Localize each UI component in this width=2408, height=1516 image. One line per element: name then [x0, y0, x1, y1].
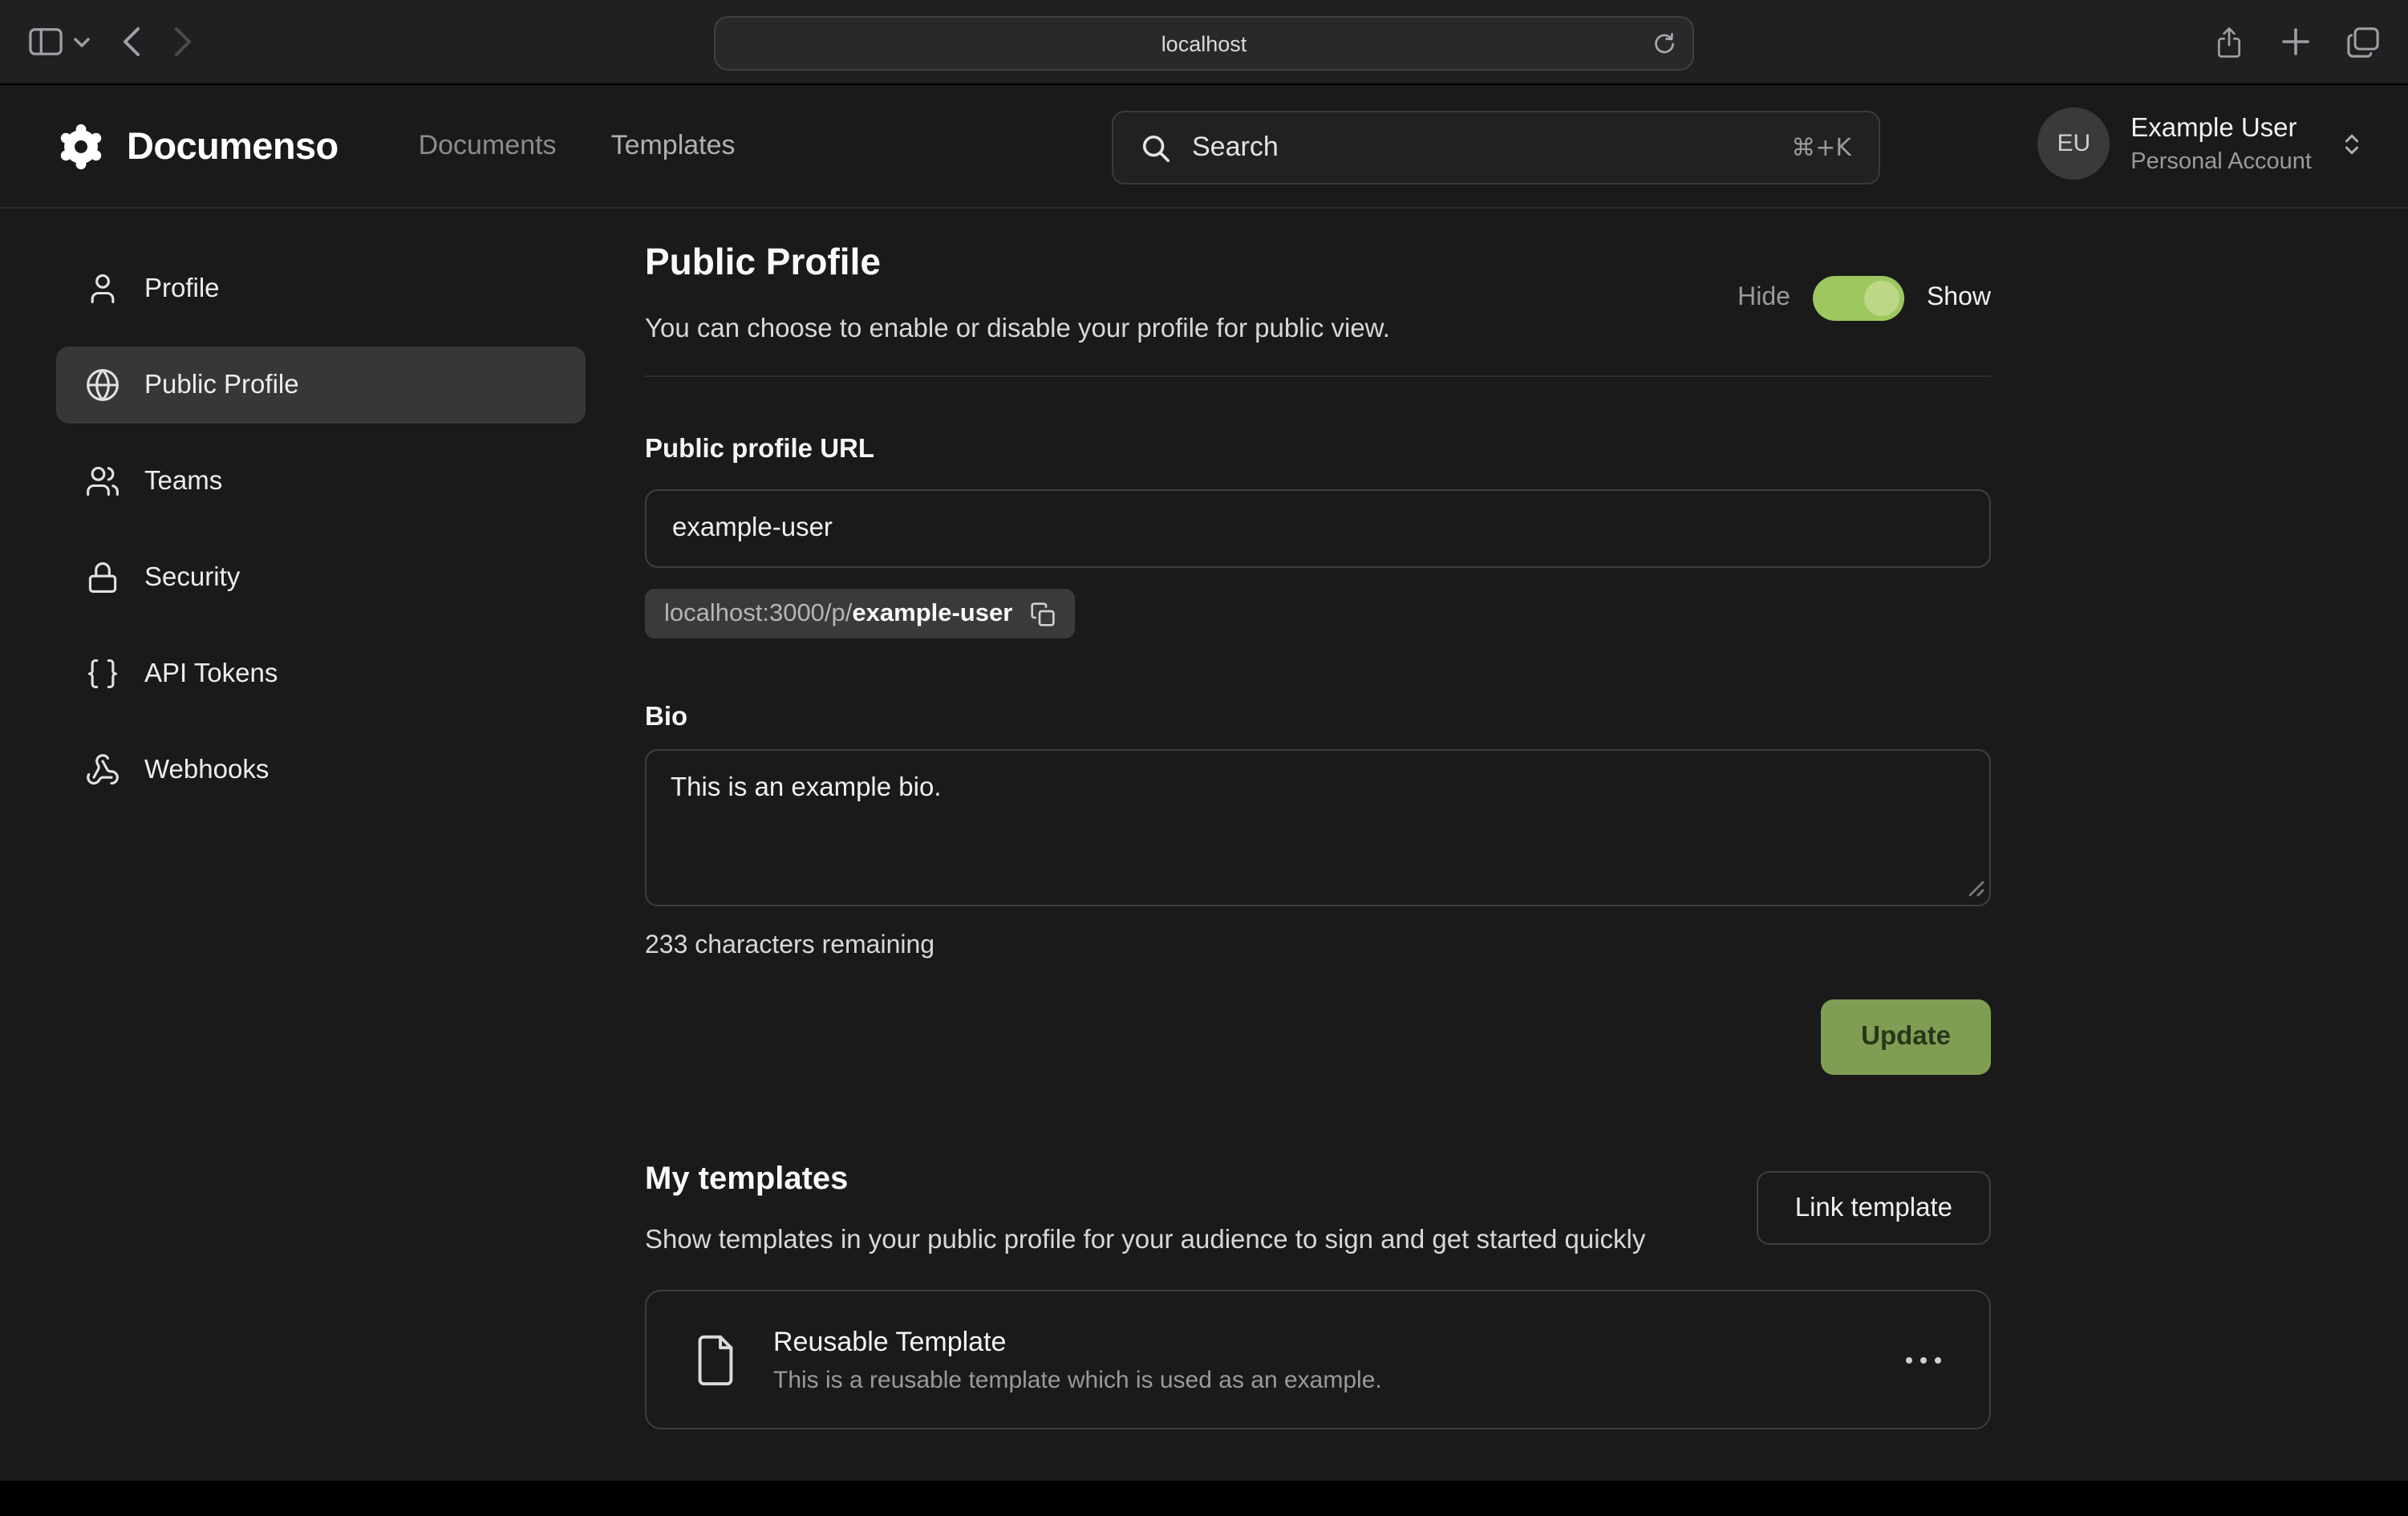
brand[interactable]: Documenso — [56, 121, 338, 171]
resize-handle-icon[interactable] — [1965, 878, 1984, 897]
window-bottom-edge — [0, 1481, 2408, 1516]
address-bar-url: localhost — [1161, 31, 1247, 55]
copy-icon[interactable] — [1030, 601, 1056, 626]
user-icon — [85, 271, 120, 306]
braces-icon — [85, 656, 120, 691]
public-profile-url-input[interactable] — [645, 489, 1991, 568]
account-menu[interactable]: EU Example User Personal Account — [2037, 107, 2365, 180]
update-button[interactable]: Update — [1821, 999, 1991, 1075]
browser-sidebar-chevron-down-icon[interactable] — [74, 36, 90, 47]
webhook-icon — [85, 752, 120, 788]
reload-icon[interactable] — [1651, 30, 1678, 58]
users-icon — [85, 464, 120, 499]
lock-icon — [85, 560, 120, 595]
template-description: This is a reusable template which is use… — [773, 1366, 1382, 1393]
bio-label: Bio — [645, 703, 1991, 733]
profile-url-badge: localhost:3000/p/example-user — [645, 589, 1075, 638]
public-profile-url-label: Public profile URL — [645, 435, 1991, 465]
sidebar-item-security[interactable]: Security — [56, 539, 586, 616]
search-shortcut: ⌘+K — [1791, 133, 1851, 162]
profile-visibility-toggle[interactable] — [1813, 276, 1904, 321]
sidebar-item-label: Webhooks — [144, 755, 269, 785]
sidebar-item-label: API Tokens — [144, 659, 278, 689]
sidebar-item-api-tokens[interactable]: API Tokens — [56, 635, 586, 712]
sidebar-item-label: Teams — [144, 466, 222, 497]
settings-sidebar: Profile Public Profile Teams Security AP… — [56, 250, 586, 828]
template-name: Reusable Template — [773, 1326, 1382, 1358]
account-type: Personal Account — [2130, 148, 2312, 174]
toggle-show-label: Show — [1927, 284, 1991, 313]
file-icon — [691, 1332, 740, 1387]
sidebar-item-webhooks[interactable]: Webhooks — [56, 732, 586, 809]
share-icon[interactable] — [2214, 25, 2244, 59]
bio-textarea[interactable]: This is an example bio. — [645, 749, 1991, 906]
address-bar[interactable]: localhost — [714, 16, 1694, 71]
browser-toolbar: localhost — [0, 0, 2408, 85]
browser-back-icon[interactable] — [122, 26, 141, 58]
sidebar-item-profile[interactable]: Profile — [56, 250, 586, 327]
section-divider — [645, 375, 1991, 377]
browser-forward-icon[interactable] — [173, 26, 193, 58]
sidebar-item-public-profile[interactable]: Public Profile — [56, 347, 586, 424]
globe-icon — [85, 367, 120, 403]
main-content: Public Profile You can choose to enable … — [645, 237, 1991, 1429]
app-window: localhost — [0, 0, 2408, 1516]
template-menu-ellipsis-icon[interactable] — [1903, 1340, 1944, 1379]
sidebar-item-label: Profile — [144, 274, 220, 304]
browser-sidebar-icon[interactable] — [29, 27, 63, 56]
account-name: Example User — [2130, 113, 2312, 144]
link-template-button[interactable]: Link template — [1757, 1171, 1991, 1245]
my-templates-title: My templates — [645, 1158, 1645, 1200]
template-card: Reusable Template This is a reusable tem… — [645, 1290, 1991, 1429]
nav-templates[interactable]: Templates — [611, 130, 736, 162]
page-title: Public Profile — [645, 237, 1390, 286]
page-subtitle: You can choose to enable or disable your… — [645, 311, 1390, 347]
documenso-logo-icon — [56, 121, 106, 171]
app-header: Documenso Documents Templates Search ⌘+K… — [0, 85, 2408, 209]
toggle-knob — [1864, 281, 1899, 316]
chevrons-up-down-icon — [2339, 131, 2365, 156]
char-counter: 233 characters remaining — [645, 932, 1991, 961]
sidebar-item-label: Security — [144, 562, 240, 593]
avatar: EU — [2037, 107, 2110, 180]
search-input[interactable]: Search ⌘+K — [1112, 111, 1880, 184]
brand-name: Documenso — [127, 124, 338, 168]
search-placeholder: Search — [1192, 132, 1279, 164]
tab-overview-icon[interactable] — [2347, 26, 2379, 57]
my-templates-description: Show templates in your public profile fo… — [645, 1219, 1645, 1261]
toggle-hide-label: Hide — [1737, 284, 1790, 313]
profile-url-prefix: localhost:3000/p/ — [664, 599, 852, 626]
nav-documents[interactable]: Documents — [419, 130, 557, 162]
sidebar-item-label: Public Profile — [144, 370, 299, 400]
new-tab-icon[interactable] — [2281, 27, 2310, 56]
profile-url-slug: example-user — [852, 599, 1012, 626]
search-icon — [1141, 132, 1171, 163]
main-nav: Documents Templates — [419, 130, 736, 162]
sidebar-item-teams[interactable]: Teams — [56, 443, 586, 520]
